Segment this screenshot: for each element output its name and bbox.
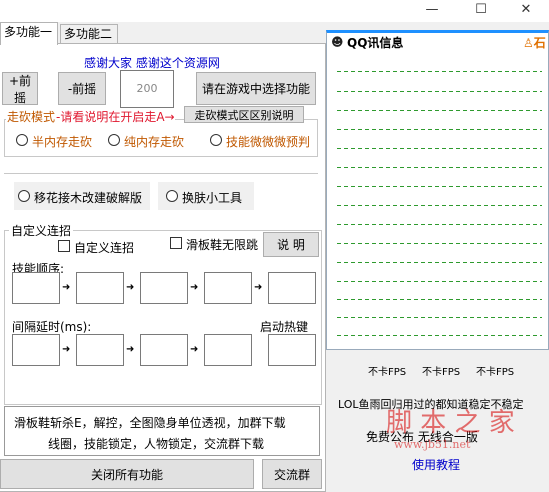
custom-combo-checkbox[interactable]	[58, 240, 70, 252]
maximize-button[interactable]: ☐	[458, 0, 504, 22]
arrow-icon: ➜	[190, 282, 199, 293]
arrow-icon: ➜	[62, 282, 71, 293]
arrow-icon: ➜	[126, 344, 135, 355]
arrow-icon: ➜	[254, 282, 263, 293]
skin-radio[interactable]	[166, 190, 178, 202]
close-button[interactable]: ✕	[503, 0, 549, 22]
divider	[337, 167, 542, 168]
skin-label: 换肤小工具	[182, 191, 243, 205]
divider	[337, 186, 542, 187]
qq-emoji-icon: ☻	[331, 35, 344, 49]
minimize-button[interactable]: —	[409, 0, 455, 22]
thanks-text: 感谢大家 感谢这个资源网	[84, 56, 220, 70]
watermark-title: 脚 本 之 家	[386, 408, 515, 438]
features-panel: 感谢大家 感谢这个资源网 +前摇 -前摇 200 请在游戏中选择功能 走砍模式 …	[0, 43, 326, 492]
skill-input-4[interactable]	[204, 272, 252, 304]
skill-predict-label: 技能微微微预判	[226, 135, 311, 149]
walk-mode-label: 走砍模式	[6, 108, 57, 125]
hotkey-label: 启动热键	[260, 320, 309, 334]
custom-combo-checkbox-label: 自定义连招	[74, 241, 135, 255]
arrow-icon: ➜	[126, 282, 135, 293]
arrow-icon: ➜	[62, 344, 71, 355]
shake-value-field[interactable]: 200	[120, 70, 174, 108]
divider	[337, 299, 542, 300]
pure-mem-radio[interactable]	[108, 134, 120, 146]
exchange-group-button[interactable]: 交流群	[262, 459, 322, 489]
divider	[337, 317, 542, 318]
right-panel: ☻ QQ讯信息 ♙石 不卡FPS 不卡FPS 不卡FPS LOL鱼雨回归用过的都…	[326, 22, 549, 492]
divider	[337, 129, 542, 130]
divider	[337, 281, 542, 282]
divider	[337, 243, 542, 244]
fps-label-2: 不卡FPS	[422, 367, 461, 378]
divider	[337, 205, 542, 206]
divider	[337, 148, 542, 149]
skill-input-5[interactable]	[268, 272, 316, 304]
explain-button[interactable]: 说 明	[263, 232, 319, 257]
divider	[337, 224, 542, 225]
skate-jump-label: 滑板鞋无限跳	[186, 238, 259, 252]
minus-shake-button[interactable]: -前摇	[58, 72, 106, 105]
tab-features-two[interactable]: 多功能二	[60, 24, 118, 44]
skill-input-2[interactable]	[76, 272, 124, 304]
divider	[337, 110, 542, 111]
half-mem-radio[interactable]	[16, 134, 28, 146]
fps-label-3: 不卡FPS	[476, 367, 515, 378]
tutorial-link[interactable]: 使用教程	[412, 456, 460, 473]
select-in-game-button[interactable]: 请在游戏中选择功能	[196, 72, 316, 105]
walk-mode-hint: -请看说明在开启走A→	[56, 108, 175, 125]
interval-input-1[interactable]	[12, 334, 60, 366]
interval-input-2[interactable]	[76, 334, 124, 366]
title-bar: — ☐ ✕	[0, 0, 549, 22]
interval-input-4[interactable]	[204, 334, 252, 366]
divider	[337, 91, 542, 92]
arrow-icon: ➜	[190, 344, 199, 355]
custom-combo-title: 自定义连招	[9, 222, 74, 239]
divider	[337, 262, 542, 263]
skate-jump-checkbox[interactable]	[170, 237, 182, 249]
watermark-url: www.jb51.net	[394, 438, 471, 451]
divider	[4, 173, 318, 174]
skill-input-3[interactable]	[140, 272, 188, 304]
walk-mode-diff-button[interactable]: 走砍模式区区别说明	[184, 106, 304, 123]
half-mem-label: 半内存走砍	[32, 135, 93, 149]
skill-input-1[interactable]	[12, 272, 60, 304]
plus-shake-button[interactable]: +前摇	[2, 72, 38, 105]
footer-line-2: 线圈，技能锁定，人物锁定，交流群下载	[48, 437, 265, 451]
interval-input-3[interactable]	[140, 334, 188, 366]
contact-icon[interactable]: ♙石	[523, 34, 546, 51]
close-all-button[interactable]: 关闭所有功能	[0, 459, 254, 489]
hotkey-input[interactable]	[268, 334, 316, 366]
qq-title: QQ讯信息	[347, 36, 404, 50]
divider	[337, 335, 542, 336]
tab-features-one[interactable]: 多功能一	[0, 22, 58, 45]
footer-line-1: 滑板鞋斩杀E，解控，全图隐身单位透视，加群下载	[14, 416, 286, 430]
interval-label: 间隔延时(ms):	[12, 320, 92, 334]
pure-mem-label: 纯内存走砍	[124, 135, 185, 149]
app-window: — ☐ ✕ 多功能一 多功能二 感谢大家 感谢这个资源网 +前摇 -前摇 200…	[0, 0, 549, 492]
skill-predict-radio[interactable]	[210, 134, 222, 146]
qq-message-box: ☻ QQ讯信息 ♙石	[326, 30, 549, 350]
graft-label: 移花接木改建破解版	[34, 191, 143, 205]
graft-radio[interactable]	[18, 190, 30, 202]
divider	[337, 71, 542, 72]
fps-label-1: 不卡FPS	[368, 367, 407, 378]
